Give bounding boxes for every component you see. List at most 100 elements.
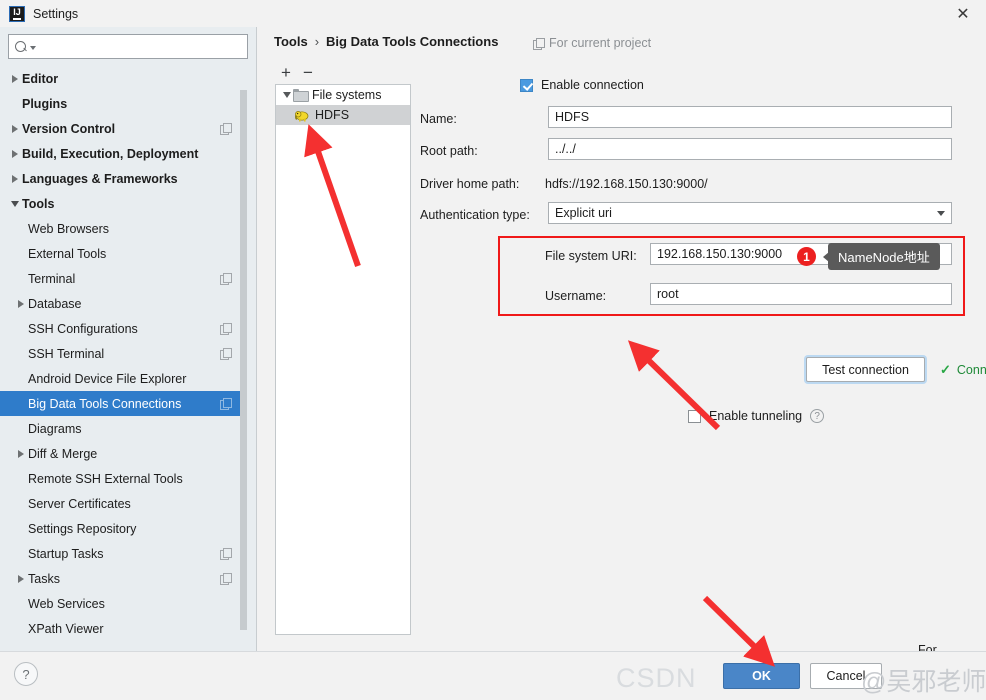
tree-item-hdfs[interactable]: HDFS <box>276 105 410 125</box>
root-path-field[interactable]: ../../ <box>548 138 952 160</box>
annotation-badge-1: 1 <box>797 247 816 266</box>
close-icon[interactable]: ✕ <box>940 0 986 27</box>
name-field[interactable]: HDFS <box>548 106 952 128</box>
copy-icon <box>533 37 545 50</box>
sidebar-item-label: SSH Terminal <box>28 346 105 361</box>
search-input[interactable] <box>36 36 241 57</box>
settings-main-panel: Tools › Big Data Tools Connections For c… <box>258 27 986 699</box>
sidebar-item-android-device-file-explorer[interactable]: Android Device File Explorer <box>0 366 241 391</box>
cancel-button[interactable]: Cancel <box>810 663 882 689</box>
sidebar-item-build-execution-deployment[interactable]: Build, Execution, Deployment <box>0 141 241 166</box>
sidebar-item-startup-tasks[interactable]: Startup Tasks <box>0 541 241 566</box>
chevron-right-icon[interactable] <box>8 74 22 83</box>
copy-icon <box>220 398 232 410</box>
sidebar-item-big-data-tools-connections[interactable]: Big Data Tools Connections <box>0 391 241 416</box>
tree-item-file-systems[interactable]: File systems <box>276 85 410 105</box>
copy-icon <box>220 273 232 285</box>
sidebar-item-label: Database <box>28 296 82 311</box>
ok-button[interactable]: OK <box>723 663 800 689</box>
sidebar-item-remote-ssh-external-tools[interactable]: Remote SSH External Tools <box>0 466 241 491</box>
copy-icon <box>220 348 232 360</box>
sidebar-item-database[interactable]: Database <box>0 291 241 316</box>
authentication-type-select[interactable]: Explicit uri <box>548 202 952 224</box>
search-box[interactable] <box>8 34 248 59</box>
sidebar-item-settings-repository[interactable]: Settings Repository <box>0 516 241 541</box>
name-value: HDFS <box>555 110 590 124</box>
check-icon: ✓ <box>940 362 951 377</box>
chevron-right-icon[interactable] <box>14 449 28 458</box>
sidebar-item-diagrams[interactable]: Diagrams <box>0 416 241 441</box>
checkbox-box[interactable] <box>688 409 701 423</box>
sidebar-tree: Editor Plugins Version Control Build, Execu… <box>0 66 241 651</box>
sidebar-item-label: Server Certificates <box>28 496 131 511</box>
authentication-type-label: Authentication type: <box>420 208 530 222</box>
sidebar-item-label: External Tools <box>28 246 107 261</box>
chevron-down-icon[interactable] <box>8 200 22 207</box>
enable-tunneling-label: Enable tunneling <box>709 409 803 423</box>
copy-icon <box>220 573 232 585</box>
breadcrumb-current: Big Data Tools Connections <box>326 34 499 49</box>
help-button[interactable]: ? <box>14 662 38 686</box>
sidebar-item-server-certificates[interactable]: Server Certificates <box>0 491 241 516</box>
sidebar-item-version-control[interactable]: Version Control <box>0 116 241 141</box>
connections-tree: File systems HDFS <box>275 84 411 635</box>
enable-connection-checkbox[interactable]: Enable connection <box>520 78 644 92</box>
settings-sidebar: Appearance & Behavior EditorPluginsVersi… <box>0 27 257 651</box>
remove-connection-button[interactable]: − <box>297 62 319 84</box>
connection-status-label: Connected <box>956 363 986 377</box>
name-label: Name: <box>420 112 457 126</box>
sidebar-item-label: Plugins <box>22 96 68 111</box>
window-title: Settings <box>33 6 79 21</box>
add-connection-button[interactable]: + <box>275 62 297 84</box>
intellij-idea-icon: IJ <box>9 5 25 22</box>
tree-item-label: File systems <box>312 88 382 102</box>
sidebar-item-label: Big Data Tools Connections <box>28 396 182 411</box>
chevron-right-icon[interactable] <box>8 124 22 133</box>
scope-indicator: For current project <box>533 36 651 50</box>
sidebar-item-tools[interactable]: Tools <box>0 191 241 216</box>
sidebar-item-ssh-terminal[interactable]: SSH Terminal <box>0 341 241 366</box>
sidebar-item-plugins[interactable]: Plugins <box>0 91 241 116</box>
chevron-right-icon[interactable] <box>14 299 28 308</box>
chevron-right-icon[interactable] <box>8 174 22 183</box>
connections-toolbar: + − <box>275 61 411 84</box>
sidebar-item-label: Diagrams <box>28 421 82 436</box>
root-path-label: Root path: <box>420 144 478 158</box>
sidebar-item-label: Version Control <box>22 121 116 136</box>
help-icon[interactable]: ? <box>810 409 825 423</box>
checkbox-box[interactable] <box>520 78 533 92</box>
sidebar-item-label: Editor <box>22 71 59 86</box>
folder-icon <box>293 89 309 102</box>
sidebar-scrollbar-thumb[interactable] <box>240 90 247 630</box>
sidebar-item-web-browsers[interactable]: Web Browsers <box>0 216 241 241</box>
sidebar-item-label: SSH Configurations <box>28 321 138 336</box>
sidebar-item-languages-frameworks[interactable]: Languages & Frameworks <box>0 166 241 191</box>
search-icon <box>15 40 28 53</box>
copy-icon <box>220 323 232 335</box>
sidebar-item-editor[interactable]: Editor <box>0 66 241 91</box>
sidebar-item-label: Web Browsers <box>28 221 110 236</box>
chevron-down-icon[interactable] <box>937 210 945 216</box>
breadcrumb-root[interactable]: Tools <box>274 34 308 49</box>
sidebar-item-tasks[interactable]: Tasks <box>0 566 241 591</box>
copy-icon <box>220 548 232 560</box>
sidebar-item-terminal[interactable]: Terminal <box>0 266 241 291</box>
chevron-right-icon[interactable] <box>8 149 22 158</box>
test-connection-button[interactable]: Test connection <box>806 357 925 382</box>
enable-tunneling-checkbox[interactable]: Enable tunneling ? <box>688 409 825 423</box>
sidebar-item-label: Web Services <box>28 596 105 611</box>
sidebar-item-xpath-viewer[interactable]: XPath Viewer <box>0 616 241 641</box>
sidebar-item-ssh-configurations[interactable]: SSH Configurations <box>0 316 241 341</box>
authentication-type-value: Explicit uri <box>555 206 612 220</box>
chevron-down-icon[interactable] <box>280 92 293 98</box>
sidebar-item-external-tools[interactable]: External Tools <box>0 241 241 266</box>
hadoop-elephant-icon <box>295 109 310 122</box>
breadcrumb-separator: › <box>314 34 320 49</box>
enable-connection-label: Enable connection <box>541 78 644 92</box>
sidebar-item-label: Tools <box>22 196 55 211</box>
chevron-right-icon[interactable] <box>14 574 28 583</box>
sidebar-item-label: Build, Execution, Deployment <box>22 146 199 161</box>
title-bar: IJ Settings ✕ <box>0 0 986 27</box>
sidebar-item-web-services[interactable]: Web Services <box>0 591 241 616</box>
sidebar-item-diff-merge[interactable]: Diff & Merge <box>0 441 241 466</box>
